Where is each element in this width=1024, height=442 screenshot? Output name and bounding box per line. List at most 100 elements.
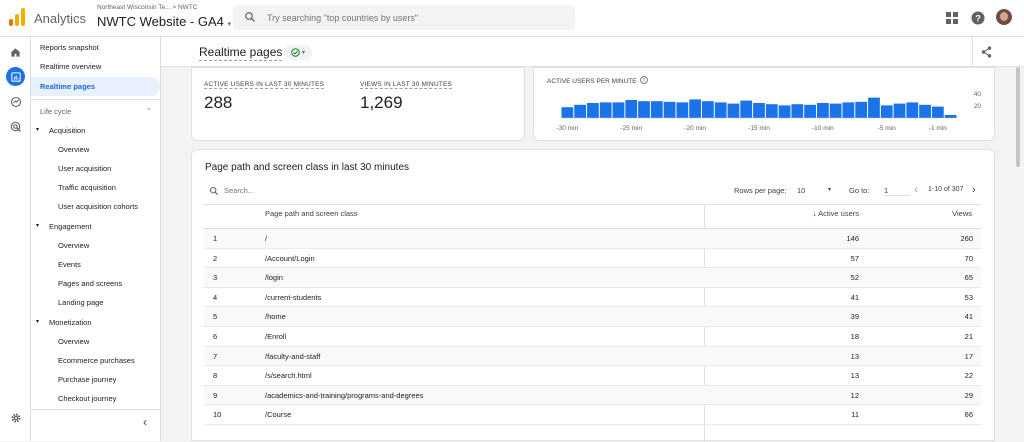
- row-views: 22: [964, 371, 973, 381]
- advertising-icon[interactable]: [6, 117, 25, 136]
- chart-bar[interactable]: [714, 102, 727, 118]
- table-row[interactable]: 2/Account/Login 57 70: [204, 249, 981, 269]
- chart-bar[interactable]: [625, 100, 638, 118]
- row-page-path: /: [265, 234, 268, 243]
- table-row[interactable]: 10/Course 11 66: [204, 405, 981, 425]
- goto-input[interactable]: 1: [884, 186, 910, 196]
- analytics-logo-icon[interactable]: [9, 8, 25, 26]
- chart-bar[interactable]: [829, 103, 842, 118]
- collapse-nav-icon[interactable]: ‹: [143, 415, 147, 429]
- nav-section-life-cycle[interactable]: Life cycle ⌃: [31, 102, 161, 121]
- table-row[interactable]: 4/current-students 41 53: [204, 288, 981, 308]
- nav-reports-snapshot[interactable]: Reports snapshot: [31, 38, 161, 57]
- search-bar[interactable]: [233, 5, 575, 30]
- nav-item-user-acquisition[interactable]: User acquisition: [31, 159, 161, 178]
- nav-item-checkout-journey[interactable]: Checkout journey: [31, 389, 161, 408]
- chart-bar[interactable]: [561, 107, 574, 118]
- chart-bar[interactable]: [855, 101, 868, 118]
- chart-bar[interactable]: [778, 105, 791, 118]
- nav-item-acquisition-overview[interactable]: Overview: [31, 140, 161, 159]
- status-chip[interactable]: ▾: [284, 45, 312, 60]
- reports-icon[interactable]: [6, 67, 25, 86]
- nav-item-engagement-overview[interactable]: Overview: [31, 236, 161, 255]
- nav-item-monetization-overview[interactable]: Overview: [31, 332, 161, 351]
- column-header-path[interactable]: Page path and screen class: [265, 209, 358, 218]
- table-search-input[interactable]: [224, 183, 424, 198]
- help-icon[interactable]: ?: [971, 11, 985, 25]
- table-row[interactable]: 5/home 39 41: [204, 307, 981, 327]
- left-rail: [0, 37, 31, 441]
- apps-grid-icon[interactable]: [946, 12, 958, 24]
- chart-bar[interactable]: [702, 101, 714, 118]
- row-active-users: 13: [850, 351, 859, 361]
- rows-per-page-select[interactable]: 10 ▾: [797, 186, 831, 195]
- row-page-path: /faculty-and-staff: [265, 351, 321, 361]
- table-row[interactable]: 1 / 146 260: [204, 229, 981, 249]
- nav-group-monetization[interactable]: ▾ Monetization: [31, 313, 161, 332]
- avatar[interactable]: [996, 9, 1012, 25]
- row-views: 260: [960, 234, 973, 243]
- column-header-active-users[interactable]: ↓ Active users: [812, 209, 859, 218]
- nav-item-ecommerce-purchases[interactable]: Ecommerce purchases: [31, 351, 161, 370]
- app-name[interactable]: Analytics: [34, 11, 86, 26]
- chart-bar[interactable]: [906, 102, 919, 118]
- kpi-active-users-label[interactable]: ACTIVE USERS IN LAST 30 MINUTES: [204, 81, 325, 89]
- chart-bar[interactable]: [587, 103, 599, 118]
- nav-item-user-acquisition-cohorts[interactable]: User acquisition cohorts: [31, 197, 161, 216]
- column-header-views[interactable]: Views: [952, 209, 972, 218]
- nav-item-purchase-journey[interactable]: Purchase journey: [31, 370, 161, 389]
- chart-bar[interactable]: [816, 103, 829, 118]
- row-rank: 10: [213, 410, 222, 420]
- chart-bar[interactable]: [944, 115, 957, 118]
- row-views: 66: [964, 410, 973, 420]
- scrollbar-thumb[interactable]: [1016, 67, 1020, 167]
- table-row[interactable]: 8/s/search.html 13 22: [204, 366, 981, 386]
- nav-group-engagement[interactable]: ▾ Engagement: [31, 217, 161, 236]
- table-row[interactable]: 9/academics-and-training/programs-and-de…: [204, 385, 981, 406]
- chart-bar[interactable]: [765, 104, 778, 118]
- chevron-right-icon[interactable]: ›: [972, 184, 976, 196]
- chart-bar[interactable]: [676, 102, 689, 118]
- chart-bar[interactable]: [804, 104, 816, 118]
- account-breadcrumb[interactable]: Northeast Wisconsin Te... > NWTC: [97, 4, 197, 11]
- x-tick-label: -15 min: [748, 125, 770, 132]
- chart-bar[interactable]: [919, 104, 931, 118]
- kpi-views-label[interactable]: VIEWS IN LAST 30 MINUTES: [360, 81, 453, 89]
- nav-realtime-pages[interactable]: Realtime pages: [31, 77, 160, 96]
- chart-bar[interactable]: [753, 103, 765, 118]
- chart-bar[interactable]: [842, 102, 855, 118]
- chart-bar[interactable]: [727, 103, 740, 118]
- nav-group-acquisition[interactable]: ▾ Acquisition: [31, 121, 161, 140]
- nav-item-landing-page[interactable]: Landing page: [31, 293, 161, 312]
- nav-realtime-overview[interactable]: Realtime overview: [31, 57, 161, 76]
- share-icon[interactable]: [981, 46, 992, 58]
- table-row[interactable]: 6/Enroll 18 21: [204, 327, 981, 347]
- search-input[interactable]: [267, 9, 557, 26]
- row-active-users: 57: [850, 253, 859, 263]
- chart-bar[interactable]: [612, 102, 625, 118]
- chart-bar[interactable]: [689, 99, 702, 118]
- chevron-left-icon[interactable]: ‹: [914, 184, 918, 196]
- explore-icon[interactable]: [6, 92, 25, 111]
- chart-bar[interactable]: [931, 106, 944, 118]
- y-tick-label: 20: [974, 103, 982, 110]
- chart-bar[interactable]: [893, 103, 906, 118]
- chart-bar[interactable]: [574, 104, 587, 118]
- chart-bar[interactable]: [868, 97, 880, 118]
- chart-bar[interactable]: [599, 102, 612, 118]
- nav-item-traffic-acquisition[interactable]: Traffic acquisition: [31, 178, 161, 197]
- home-icon[interactable]: [6, 43, 25, 62]
- table-row[interactable]: 3/login 52 65: [204, 268, 981, 288]
- chart-bar[interactable]: [740, 100, 753, 118]
- chart-bar[interactable]: [791, 104, 804, 118]
- chart-bar[interactable]: [880, 105, 893, 118]
- row-rank: 8: [213, 371, 218, 381]
- chart-bar[interactable]: [663, 101, 676, 118]
- chart-bar[interactable]: [638, 101, 650, 118]
- table-row[interactable]: 7/faculty-and-staff 13 17: [204, 346, 981, 367]
- nav-item-pages-and-screens[interactable]: Pages and screens: [31, 274, 161, 293]
- settings-icon[interactable]: [6, 408, 25, 427]
- chart-bar[interactable]: [650, 101, 663, 118]
- nav-item-events[interactable]: Events: [31, 255, 161, 274]
- property-selector[interactable]: NWTC Website - GA4 ▾: [97, 14, 231, 29]
